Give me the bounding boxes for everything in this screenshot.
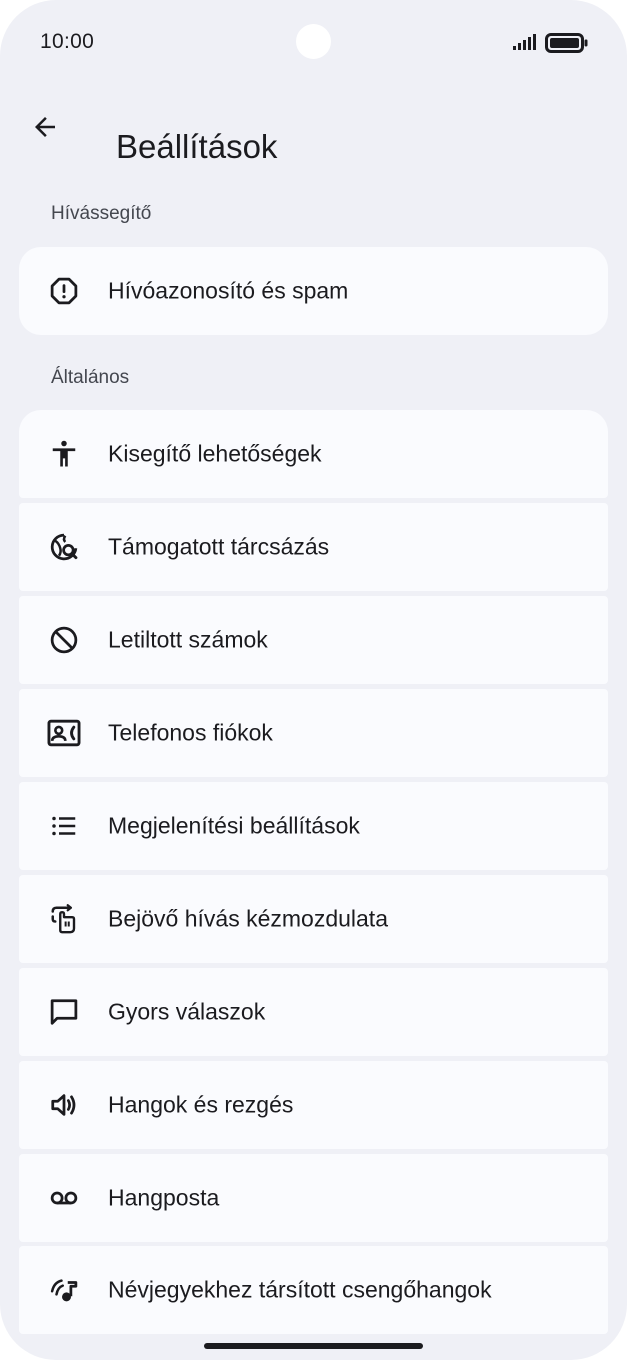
settings-item-label: Hangposta bbox=[108, 1184, 220, 1211]
status-time: 10:00 bbox=[40, 30, 95, 53]
settings-item-sounds-vibration[interactable]: Hangok és rezgés bbox=[19, 1061, 608, 1149]
swipe-gesture-icon bbox=[47, 902, 81, 936]
settings-item-blocked-numbers[interactable]: Letiltott számok bbox=[19, 596, 608, 684]
back-button[interactable] bbox=[22, 104, 68, 150]
settings-item-label: Hangok és rezgés bbox=[108, 1091, 294, 1118]
settings-item-label: Gyors válaszok bbox=[108, 998, 266, 1025]
list-icon bbox=[47, 809, 81, 843]
accessibility-icon bbox=[47, 437, 81, 471]
signal-icon bbox=[513, 34, 536, 50]
page-title: Beállítások bbox=[116, 128, 278, 166]
status-bar: 10:00 bbox=[0, 0, 627, 86]
settings-item-label: Letiltott számok bbox=[108, 626, 268, 653]
chat-bubble-icon bbox=[47, 995, 81, 1029]
arrow-back-icon bbox=[35, 117, 55, 137]
spam-alert-icon bbox=[47, 274, 81, 308]
settings-item-label: Kisegítő lehetőségek bbox=[108, 440, 322, 467]
front-camera bbox=[296, 24, 331, 59]
section-header-call-assist: Hívássegítő bbox=[51, 203, 152, 224]
phone-screen: 10:00 Beállítások Hívássegítő Hívóazonos… bbox=[0, 0, 627, 1360]
settings-item-label: Bejövő hívás kézmozdulata bbox=[108, 905, 388, 932]
settings-item-voicemail[interactable]: Hangposta bbox=[19, 1154, 608, 1242]
settings-item-incoming-call-gesture[interactable]: Bejövő hívás kézmozdulata bbox=[19, 875, 608, 963]
settings-item-assisted-dialing[interactable]: Támogatott tárcsázás bbox=[19, 503, 608, 591]
settings-item-accessibility[interactable]: Kisegítő lehetőségek bbox=[19, 410, 608, 498]
contact-ringtone-icon bbox=[47, 1273, 81, 1307]
volume-icon bbox=[47, 1088, 81, 1122]
settings-item-quick-responses[interactable]: Gyors válaszok bbox=[19, 968, 608, 1056]
settings-item-caller-id-spam[interactable]: Hívóazonosító és spam bbox=[19, 247, 608, 335]
settings-item-label: Támogatott tárcsázás bbox=[108, 533, 330, 560]
settings-item-display-options[interactable]: Megjelenítési beállítások bbox=[19, 782, 608, 870]
phone-account-icon bbox=[47, 716, 81, 750]
settings-item-phone-accounts[interactable]: Telefonos fiókok bbox=[19, 689, 608, 777]
settings-item-label: Telefonos fiókok bbox=[108, 719, 273, 746]
settings-item-label: Megjelenítési beállítások bbox=[108, 812, 360, 839]
voicemail-icon bbox=[47, 1181, 81, 1215]
section-header-general: Általános bbox=[51, 367, 130, 388]
app-bar: Beállítások bbox=[0, 90, 627, 165]
home-indicator[interactable] bbox=[204, 1343, 423, 1349]
settings-item-label: Névjegyekhez társított csengőhangok bbox=[108, 1276, 492, 1303]
battery-icon bbox=[545, 33, 588, 53]
settings-item-label: Hívóazonosító és spam bbox=[108, 277, 349, 304]
block-icon bbox=[47, 623, 81, 657]
assisted-dialing-globe-icon bbox=[47, 530, 81, 564]
settings-item-contact-ringtones[interactable]: Névjegyekhez társított csengőhangok bbox=[19, 1246, 608, 1334]
